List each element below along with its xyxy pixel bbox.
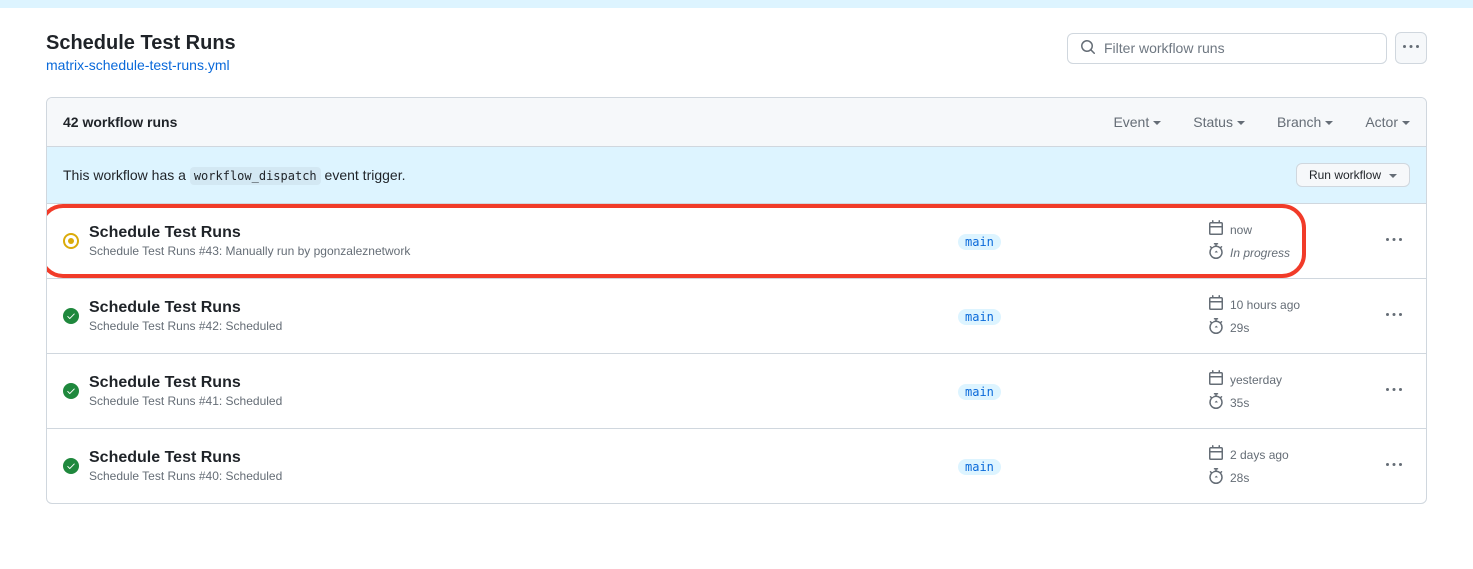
run-time: now: [1230, 223, 1252, 237]
caret-down-icon: [1402, 121, 1410, 125]
run-subtitle: Schedule Test Runs #40: Scheduled: [89, 469, 958, 483]
title-block: Schedule Test Runs matrix-schedule-test-…: [46, 32, 236, 73]
run-workflow-button[interactable]: Run workflow: [1296, 163, 1410, 187]
kebab-icon: [1386, 232, 1402, 251]
time-col: now In progress: [1208, 220, 1378, 262]
time-col: 10 hours ago 29s: [1208, 295, 1378, 337]
caret-down-icon: [1153, 121, 1161, 125]
dispatch-banner: This workflow has a workflow_dispatch ev…: [47, 147, 1426, 204]
status-success-icon: [63, 308, 79, 324]
branch-col: main: [958, 383, 1208, 399]
search-box[interactable]: [1067, 33, 1387, 64]
runs-count: 42 workflow runs: [63, 114, 177, 130]
runs-header: 42 workflow runs Event Status Branch Act…: [47, 98, 1426, 147]
run-subtitle: Schedule Test Runs #41: Scheduled: [89, 394, 958, 408]
calendar-icon: [1208, 370, 1224, 389]
runs-box: 42 workflow runs Event Status Branch Act…: [46, 97, 1427, 504]
run-main: Schedule Test Runs Schedule Test Runs #42…: [89, 299, 958, 333]
filter-status[interactable]: Status: [1193, 114, 1245, 130]
run-title[interactable]: Schedule Test Runs: [89, 299, 958, 317]
run-options-button[interactable]: [1378, 232, 1410, 251]
dispatch-code: workflow_dispatch: [190, 167, 321, 185]
run-time: 2 days ago: [1230, 448, 1289, 462]
calendar-icon: [1208, 220, 1224, 239]
calendar-icon: [1208, 445, 1224, 464]
search-icon: [1080, 39, 1096, 58]
status-success-icon: [63, 458, 79, 474]
run-options-button[interactable]: [1378, 307, 1410, 326]
filter-branch[interactable]: Branch: [1277, 114, 1333, 130]
run-options-button[interactable]: [1378, 457, 1410, 476]
stopwatch-icon: [1208, 318, 1224, 337]
branch-badge[interactable]: main: [958, 384, 1001, 400]
calendar-icon: [1208, 295, 1224, 314]
page-title: Schedule Test Runs: [46, 32, 236, 55]
time-col: 2 days ago 28s: [1208, 445, 1378, 487]
time-col: yesterday 35s: [1208, 370, 1378, 412]
search-input[interactable]: [1104, 40, 1374, 56]
run-duration: 28s: [1230, 471, 1249, 485]
top-banner: [0, 0, 1473, 8]
dispatch-message: This workflow has a workflow_dispatch ev…: [63, 167, 405, 183]
filter-actor[interactable]: Actor: [1365, 114, 1410, 130]
stopwatch-icon: [1208, 393, 1224, 412]
branch-badge[interactable]: main: [958, 459, 1001, 475]
run-row: Schedule Test Runs Schedule Test Runs #40…: [47, 429, 1426, 503]
caret-down-icon: [1325, 121, 1333, 125]
run-row: Schedule Test Runs Schedule Test Runs #42…: [47, 279, 1426, 354]
branch-col: main: [958, 458, 1208, 474]
run-row: Schedule Test Runs Schedule Test Runs #41…: [47, 354, 1426, 429]
run-main: Schedule Test Runs Schedule Test Runs #43…: [89, 224, 958, 258]
run-title[interactable]: Schedule Test Runs: [89, 224, 958, 242]
run-duration: 29s: [1230, 321, 1249, 335]
kebab-icon: [1403, 39, 1419, 58]
run-options-button[interactable]: [1378, 382, 1410, 401]
run-title[interactable]: Schedule Test Runs: [89, 374, 958, 392]
page-options-button[interactable]: [1395, 32, 1427, 64]
branch-col: main: [958, 308, 1208, 324]
stopwatch-icon: [1208, 243, 1224, 262]
branch-badge[interactable]: main: [958, 234, 1001, 250]
branch-badge[interactable]: main: [958, 309, 1001, 325]
caret-down-icon: [1389, 174, 1397, 178]
kebab-icon: [1386, 307, 1402, 326]
run-time: yesterday: [1230, 373, 1282, 387]
status-in-progress-icon: [63, 233, 79, 249]
branch-col: main: [958, 233, 1208, 249]
kebab-icon: [1386, 457, 1402, 476]
run-duration: 35s: [1230, 396, 1249, 410]
status-success-icon: [63, 383, 79, 399]
run-subtitle: Schedule Test Runs #43: Manually run by …: [89, 244, 958, 258]
run-row: Schedule Test Runs Schedule Test Runs #43…: [47, 204, 1426, 279]
workflow-file-link[interactable]: matrix-schedule-test-runs.yml: [46, 57, 230, 73]
run-title[interactable]: Schedule Test Runs: [89, 449, 958, 467]
stopwatch-icon: [1208, 468, 1224, 487]
filter-event[interactable]: Event: [1113, 114, 1161, 130]
caret-down-icon: [1237, 121, 1245, 125]
kebab-icon: [1386, 382, 1402, 401]
run-time: 10 hours ago: [1230, 298, 1300, 312]
run-main: Schedule Test Runs Schedule Test Runs #40…: [89, 449, 958, 483]
run-main: Schedule Test Runs Schedule Test Runs #41…: [89, 374, 958, 408]
run-subtitle: Schedule Test Runs #42: Scheduled: [89, 319, 958, 333]
run-duration: In progress: [1230, 246, 1290, 260]
